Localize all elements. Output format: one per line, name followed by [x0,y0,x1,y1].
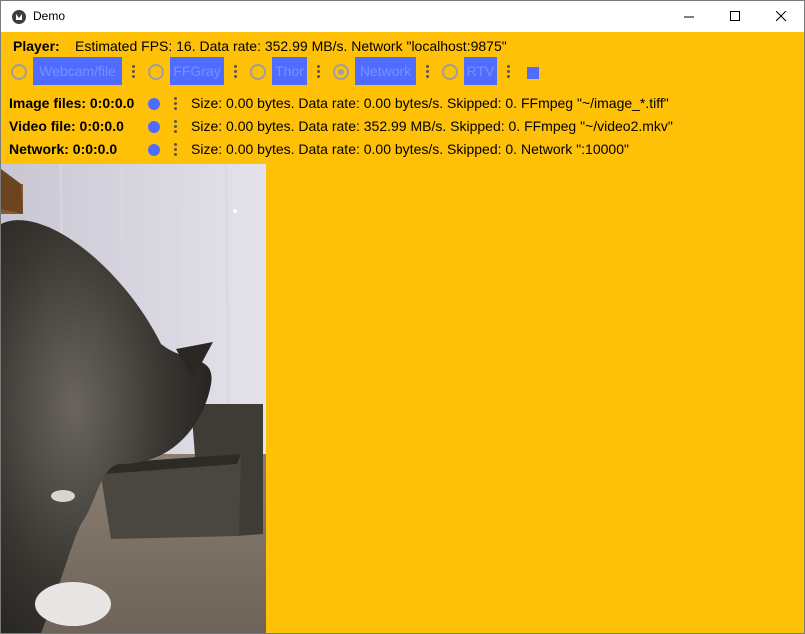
recorder-info-network: Size: 0.00 bytes. Data rate: 0.00 bytes/… [191,141,629,157]
maximize-button[interactable] [712,1,758,32]
webcam-settings-menu-icon[interactable] [132,65,136,80]
radio-thor[interactable] [250,64,266,80]
video-frame [1,164,266,633]
title-bar[interactable]: Demo [1,1,804,32]
app-window: Demo Player: Estimated FPS: 16. Data rat… [0,0,805,634]
recorder-label-network: Network: 0:0:0.0 [9,141,118,157]
option-network[interactable]: Network [355,57,416,85]
player-label: Player: [13,38,60,54]
close-button[interactable] [758,1,804,32]
recorder-info-video-file: Size: 0.00 bytes. Data rate: 352.99 MB/s… [191,118,673,134]
network-settings-menu-icon[interactable] [426,65,430,80]
player-status: Estimated FPS: 16. Data rate: 352.99 MB/… [75,38,507,54]
main-area: Player: Estimated FPS: 16. Data rate: 35… [1,32,804,633]
rtv-settings-menu-icon[interactable] [507,65,511,80]
recorder-label-video-file: Video file: 0:0:0.0 [9,118,124,134]
minimize-button[interactable] [666,1,712,32]
network-recorder-settings-menu-icon[interactable] [174,143,178,158]
ffgray-settings-menu-icon[interactable] [234,65,238,80]
radio-rtv[interactable] [442,64,458,80]
video-file-settings-menu-icon[interactable] [174,120,178,135]
app-icon [12,10,26,24]
recorder-label-image-files: Image files: 0:0:0.0 [9,95,135,111]
record-toggle-video-file[interactable] [148,121,160,133]
option-webcam-file[interactable]: Webcam/file [33,57,122,85]
option-thor[interactable]: Thor [272,57,307,85]
option-rtv[interactable]: RTV [464,57,497,85]
maximize-icon [730,11,740,21]
window-title: Demo [33,9,66,23]
video-preview [1,164,266,633]
thor-settings-menu-icon[interactable] [317,65,321,80]
image-files-settings-menu-icon[interactable] [174,97,178,112]
recorder-info-image-files: Size: 0.00 bytes. Data rate: 0.00 bytes/… [191,95,669,111]
option-ffgray[interactable]: FFGray [170,57,224,85]
radio-ffgray[interactable] [148,64,164,80]
radio-network[interactable] [333,64,349,80]
record-toggle-image-files[interactable] [148,98,160,110]
stop-icon[interactable] [527,67,539,79]
minimize-icon [684,16,694,18]
close-icon [776,11,787,22]
record-toggle-network[interactable] [148,144,160,156]
radio-webcam-file[interactable] [11,64,27,80]
